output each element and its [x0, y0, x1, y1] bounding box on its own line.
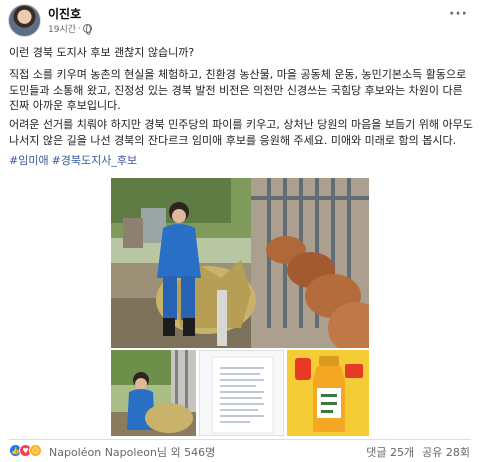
post-text-paragraph: 어려운 선거를 치뤄야 하지만 경북 민주당의 파이를 키우고, 상처난 당원의… [9, 118, 473, 147]
care-icon: ☺ [29, 444, 42, 457]
hashtags: #임미애 #경북도지사_후보 [9, 153, 475, 169]
post-main-photo[interactable] [111, 178, 369, 348]
more-options-button[interactable]: ··· [449, 6, 468, 22]
post-thumbnail-1[interactable] [111, 350, 196, 436]
hashtag-link[interactable]: #임미애 [9, 153, 49, 169]
post-footer: 👍 ♥ ☺ Napoléon Napoleon님 외 546명 댓글 25개 공… [0, 440, 480, 462]
comments-count[interactable]: 댓글 25개 [366, 444, 414, 460]
post-text-paragraph: 직접 소를 키우며 농촌의 현실을 체험하고, 친환경 농산물, 마을 공동체 … [9, 68, 467, 112]
post-time[interactable]: 19시간 [48, 22, 76, 35]
reaction-icons[interactable]: 👍 ♥ ☺ [9, 444, 42, 457]
cattle-barn-photo [111, 178, 369, 348]
post-text-line: 이런 경북 도지사 후보 괜찮지 않습니까? [9, 46, 195, 59]
author-name[interactable]: 이진호 [48, 5, 81, 22]
post-thumbnail-2[interactable] [199, 350, 284, 436]
post-thumbnail-3[interactable] [287, 350, 369, 436]
post-meta: 19시간 · [48, 22, 92, 35]
globe-icon [82, 24, 92, 35]
avatar[interactable] [8, 4, 41, 37]
shares-count[interactable]: 공유 28회 [422, 444, 470, 460]
post-stats: 댓글 25개 공유 28회 [366, 444, 470, 460]
post-header: 이진호 19시간 · ··· [0, 0, 480, 40]
reactions-count[interactable]: Napoléon Napoleon님 외 546명 [49, 444, 215, 460]
hashtag-link[interactable]: #경북도지사_후보 [52, 153, 138, 169]
